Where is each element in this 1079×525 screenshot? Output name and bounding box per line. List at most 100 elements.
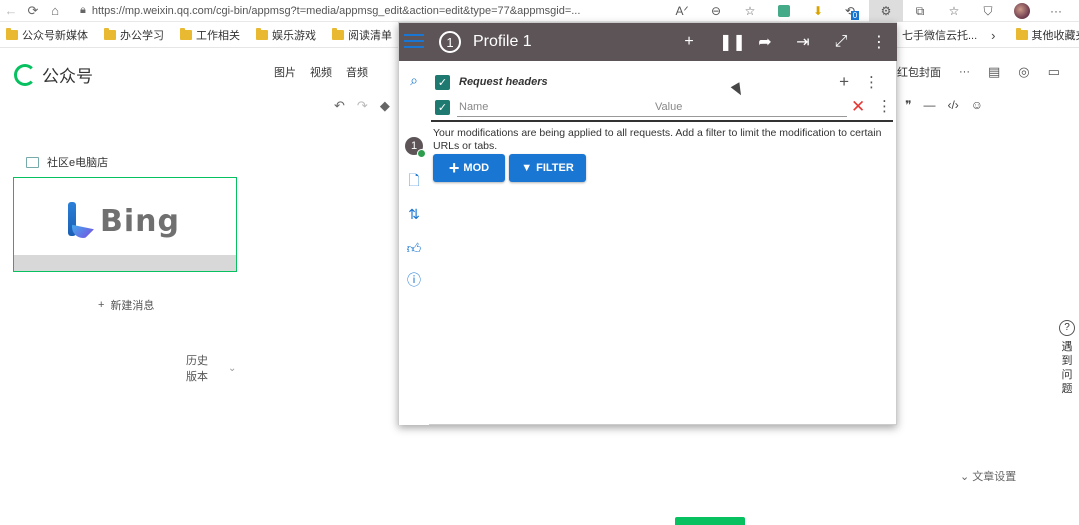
delete-header-icon[interactable]: ✕ [851, 97, 865, 117]
back-icon[interactable]: ← [0, 0, 22, 22]
more-button[interactable]: ··· [959, 66, 970, 78]
format-brush-icon[interactable]: ◆ [380, 98, 390, 114]
extension-badge-icon[interactable]: ⟲ 0 [835, 0, 869, 22]
add-mod-button[interactable]: + MOD [433, 154, 505, 182]
cover-caption-bar [14, 255, 236, 271]
add-file-icon[interactable]: 🗋 [405, 172, 423, 191]
notice-text: Your modifications are being applied to … [433, 127, 882, 152]
zoom-icon[interactable]: ⊖ [699, 0, 733, 22]
request-headers-row: ✓ Request headers + ⋮ [435, 71, 893, 93]
save-button[interactable] [675, 517, 745, 525]
folder-icon [180, 27, 192, 40]
add-icon[interactable]: + [681, 33, 697, 51]
help-circle-icon[interactable]: ⓘ [405, 271, 423, 289]
download-icon[interactable]: ⬇ [801, 0, 835, 22]
favorite-star-icon[interactable]: ☆ [733, 0, 767, 22]
puzzle-icon[interactable]: ⧉ [903, 0, 937, 22]
insert-toolbar-right: 红包封面 ··· ▤ ◎ ▭ [897, 64, 1060, 80]
profile-name[interactable]: Profile 1 [473, 33, 532, 51]
insert-image-button[interactable]: 图片 [274, 64, 296, 80]
reload-icon[interactable]: ⟳ [22, 0, 44, 22]
plus-icon: + [448, 158, 460, 178]
format-toolbar-right: ❞ — ‹/› ☺ [905, 98, 983, 112]
article-cover-card[interactable]: Bing [13, 177, 237, 272]
profile-avatar[interactable] [1005, 0, 1039, 22]
thumbs-up-icon[interactable]: 👍︎ [405, 239, 423, 257]
bing-logo-text: Bing [100, 203, 180, 239]
pause-icon[interactable]: ❚❚ [719, 32, 746, 52]
article-list-item[interactable]: 社区e电脑店 [26, 154, 108, 170]
search-icon[interactable]: ⌕ [405, 71, 423, 89]
question-icon: ? [1059, 320, 1075, 336]
red-packet-cover-button[interactable]: 红包封面 [897, 64, 941, 80]
more-vert-icon[interactable]: ⋮ [864, 73, 879, 91]
undo-icon[interactable]: ↶ [334, 98, 345, 114]
new-message-button[interactable]: + 新建消息 [98, 297, 154, 313]
extension-green-icon[interactable] [767, 0, 801, 22]
chevron-down-icon: ⌄ [228, 363, 237, 374]
more-vert-icon[interactable]: ⋮ [871, 32, 887, 52]
divider-line-icon[interactable]: — [923, 98, 935, 112]
header-value-input[interactable]: Value [655, 101, 682, 113]
request-headers-checkbox[interactable]: ✓ [435, 74, 450, 90]
side-rail: ⌕ 1 🗋 ⇅ 👍︎ ⓘ [399, 61, 429, 425]
emoji-icon[interactable]: ☺ [971, 98, 983, 112]
share-icon[interactable]: ➦ [757, 32, 773, 52]
folder-icon [6, 27, 18, 40]
code-icon[interactable]: ‹/› [947, 98, 958, 112]
bing-b-icon [66, 202, 94, 240]
hamburger-menu-icon[interactable] [404, 34, 424, 48]
bookmark-item[interactable]: 办公学习 [104, 27, 164, 43]
shield-icon[interactable]: ⛉ [971, 0, 1005, 22]
read-aloud-icon[interactable]: Aᐟ [665, 0, 699, 22]
header-name-input[interactable]: Name [459, 101, 488, 113]
header-enable-checkbox[interactable]: ✓ [435, 99, 450, 115]
bookmark-item[interactable]: 公众号新媒体 [6, 27, 88, 43]
bookmark-item[interactable]: 娱乐游戏 [256, 27, 316, 43]
browser-menu-icon[interactable]: ··· [1039, 0, 1073, 22]
more-vert-icon[interactable]: ⋮ [877, 97, 892, 115]
bookmark-item[interactable]: 工作相关 [180, 27, 240, 43]
brand-text: 公众号 [42, 67, 93, 86]
home-icon[interactable]: ⌂ [44, 0, 66, 22]
import-icon[interactable]: ⇥ [795, 32, 811, 52]
bookmark-item[interactable]: 阅读清单 [332, 27, 392, 43]
folder-icon [1015, 28, 1028, 40]
folder-icon [104, 27, 116, 40]
bookmarks-overflow-icon[interactable]: › [991, 28, 995, 43]
collections-icon[interactable]: ☆ [937, 0, 971, 22]
section-label: Request headers [459, 76, 548, 88]
history-versions[interactable]: 历史版本 ⌄ [186, 353, 246, 385]
url-text: https://mp.weixin.qq.com/cgi-bin/appmsg?… [91, 4, 581, 17]
chevron-down-icon: ⌄ [960, 471, 970, 483]
action-buttons: + MOD ▼ FILTER [433, 154, 586, 182]
template-icon[interactable]: ▤ [988, 64, 1000, 80]
lock-icon: 🔒︎ [80, 4, 86, 16]
browser-address-bar: ← ⟳ ⌂ 🔒︎ https://mp.weixin.qq.com/cgi-bi… [0, 0, 1079, 22]
redo-icon[interactable]: ↷ [357, 98, 368, 114]
expand-icon[interactable]: ⤢ [833, 33, 849, 51]
help-button[interactable]: ? 遇到问题 [1058, 320, 1076, 396]
shield-check-icon[interactable]: ◎ [1018, 64, 1029, 80]
section-divider [431, 120, 893, 122]
folder-icon [256, 27, 268, 40]
article-settings-toggle[interactable]: ⌄ 文章设置 [960, 468, 1016, 484]
add-header-icon[interactable]: + [839, 72, 849, 92]
header-entry-row: ✓ Name Value ✕ ⋮ [435, 95, 893, 119]
modheader-extension-icon[interactable]: ⚙ [869, 0, 903, 22]
insert-video-button[interactable]: 视频 [310, 64, 332, 80]
profile-rail-badge[interactable]: 1 [405, 137, 426, 158]
profile-number-badge[interactable]: 1 [439, 31, 461, 53]
browser-toolbar-right: Aᐟ ⊖ ☆ ⬇ ⟲ 0 ⚙ ⧉ ☆ ⛉ ··· [665, 0, 1073, 22]
wechat-brand-icon [14, 63, 36, 86]
folder-icon [332, 27, 344, 40]
preview-icon[interactable]: ▭ [1048, 64, 1060, 80]
quote-icon[interactable]: ❞ [905, 98, 911, 112]
bookmark-item[interactable]: 其他收藏夹 [1015, 27, 1079, 43]
insert-audio-button[interactable]: 音频 [346, 64, 368, 80]
sort-icon[interactable]: ⇅ [405, 205, 423, 223]
bookmark-item[interactable]: 七手微信云托... [902, 27, 977, 43]
add-filter-button[interactable]: ▼ FILTER [509, 154, 586, 182]
url-field[interactable]: 🔒︎ https://mp.weixin.qq.com/cgi-bin/appm… [80, 4, 600, 17]
wechat-logo[interactable]: 公众号 [14, 62, 93, 87]
